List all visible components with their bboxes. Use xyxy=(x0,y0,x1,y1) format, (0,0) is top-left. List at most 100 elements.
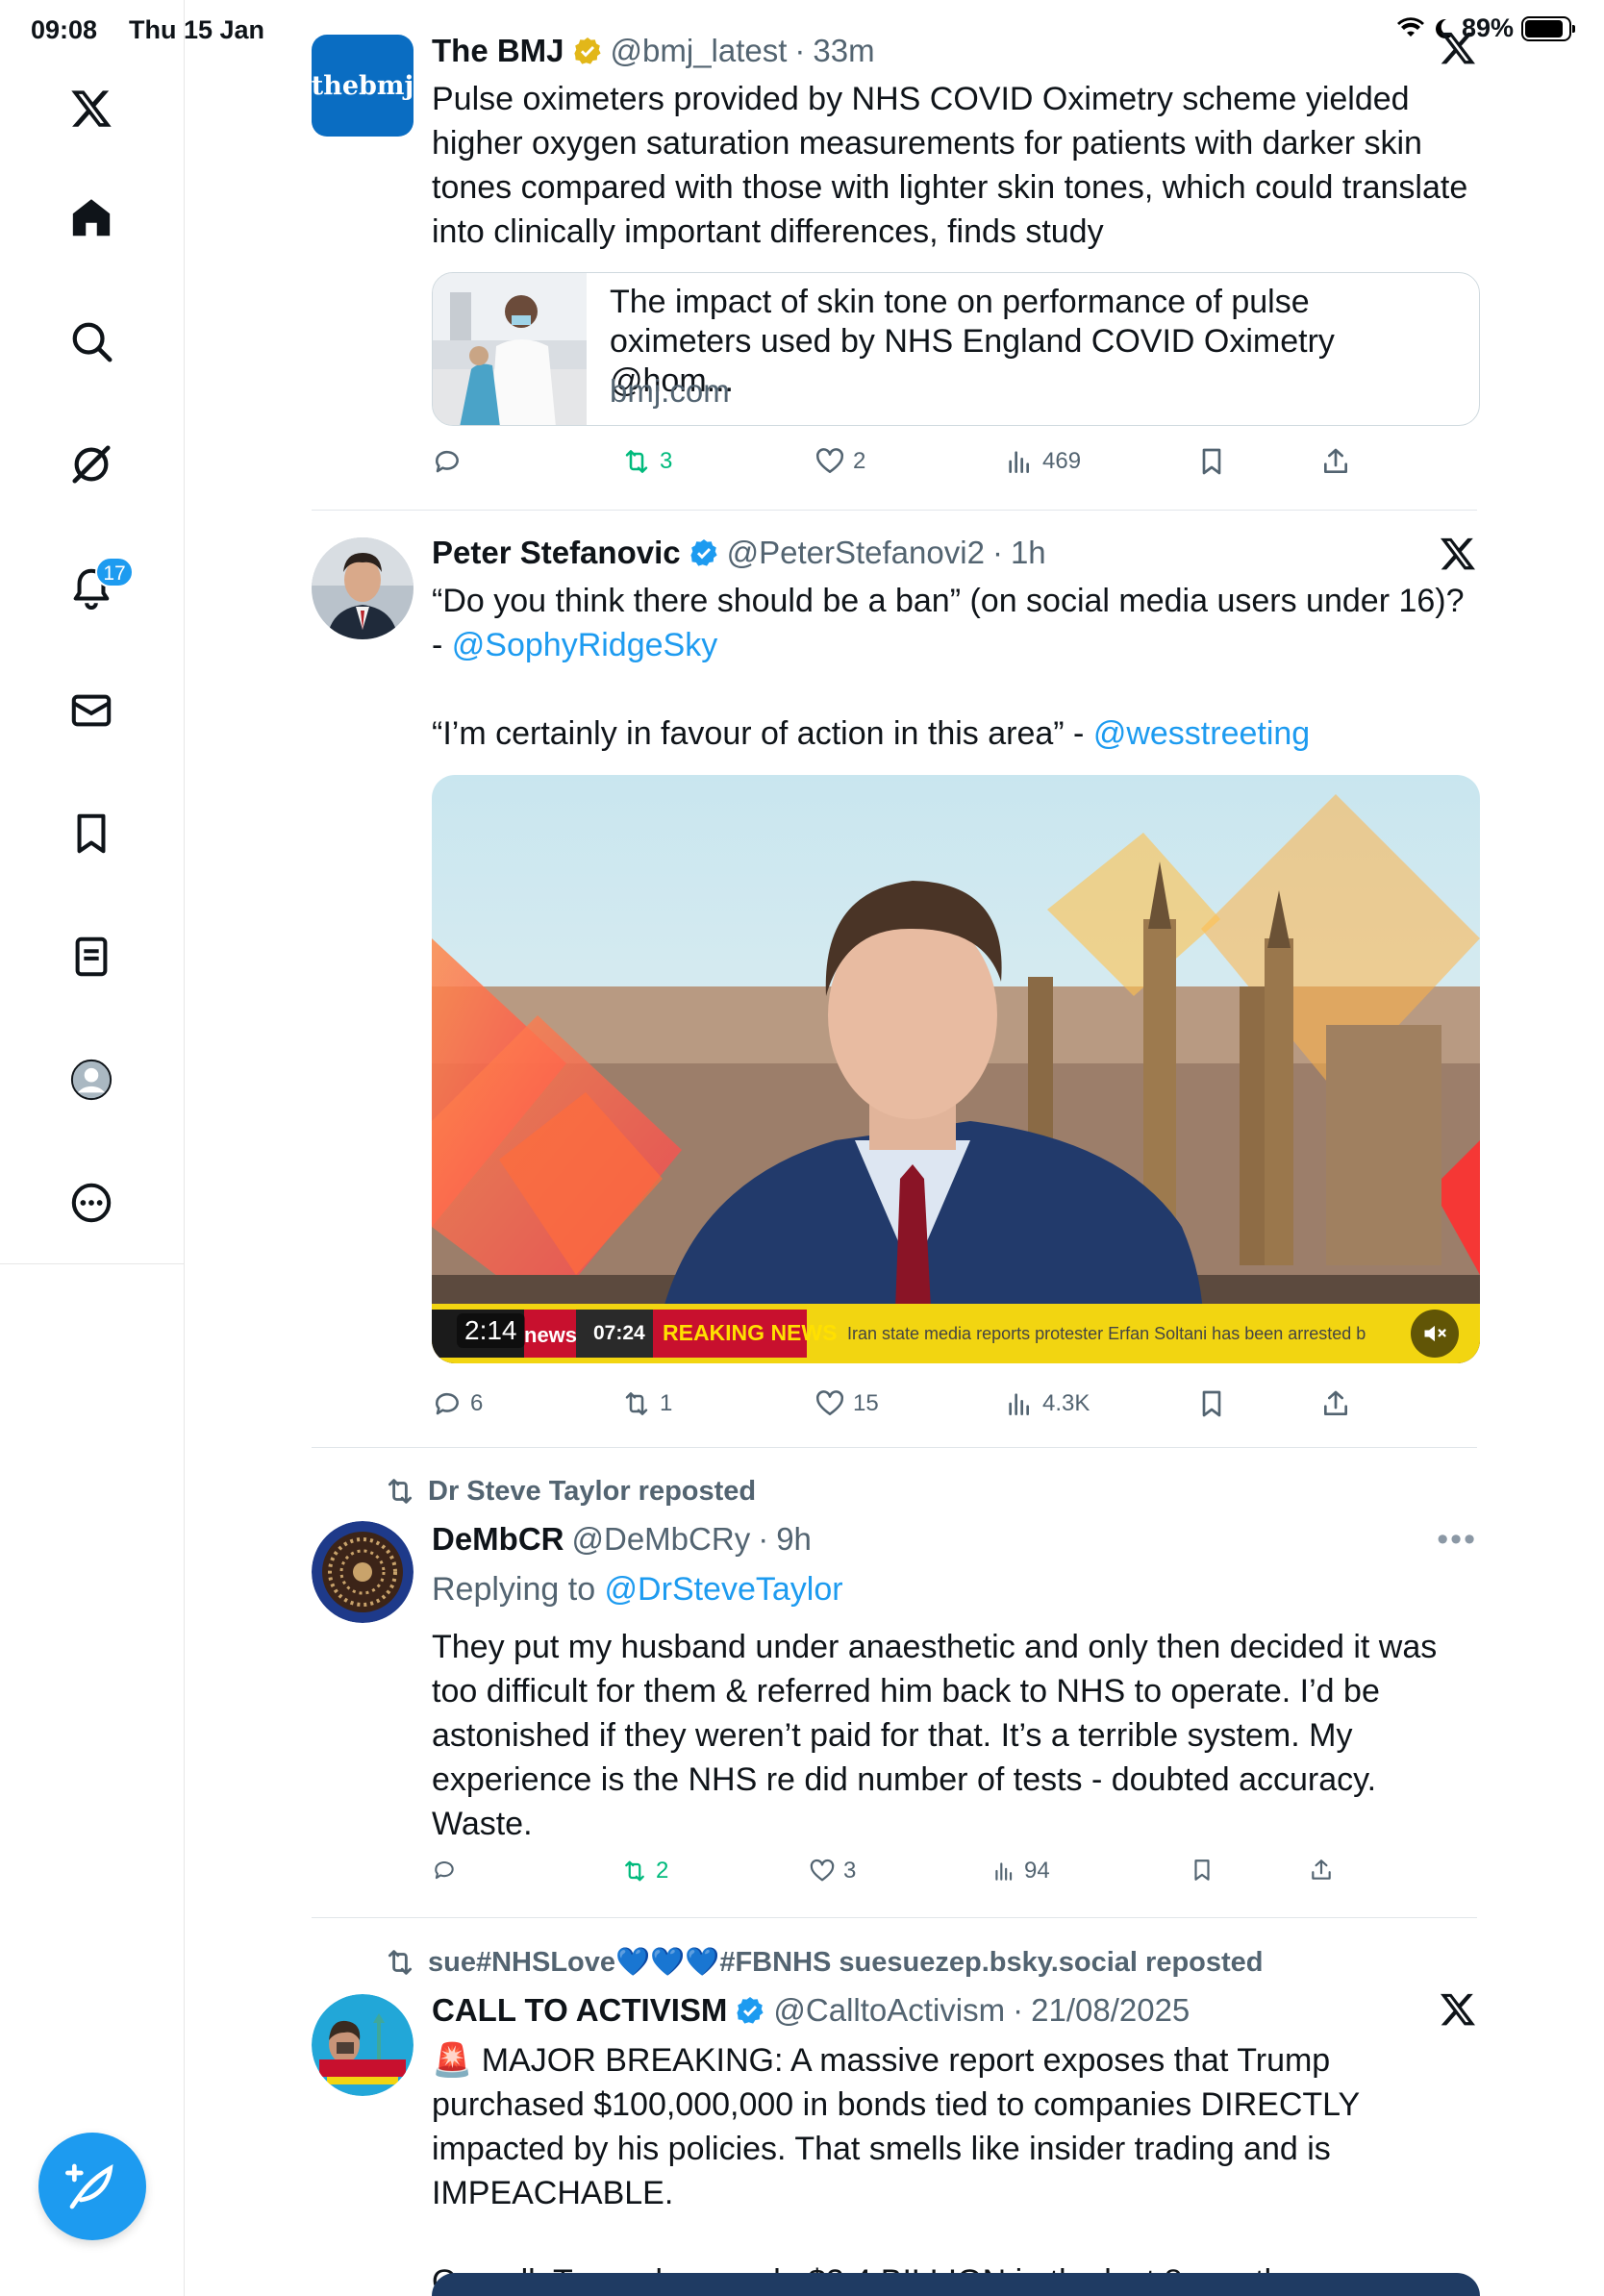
post-text-line: 🚨 MAJOR BREAKING: A massive report expos… xyxy=(432,2042,1360,2211)
bookmark-icon xyxy=(77,813,106,854)
like-count: 3 xyxy=(843,1858,857,1884)
repost-button[interactable]: 3 xyxy=(621,446,672,477)
separator-dot: · xyxy=(758,1521,769,1557)
video-player[interactable]: 2:14 news 07:24 REAKING NEWS Iran state … xyxy=(432,775,1480,1363)
avatar[interactable]: thebmj xyxy=(312,35,414,137)
repost-icon xyxy=(625,1860,644,1882)
post-dembcr[interactable]: Dr Steve Taylor reposted DeMbCR @DeMbCRy… xyxy=(312,1475,1477,1917)
repost-icon xyxy=(625,1392,648,1415)
views-count: 94 xyxy=(1024,1858,1050,1884)
sidebar-item-profile[interactable] xyxy=(63,1052,119,1108)
like-button[interactable]: 15 xyxy=(815,1388,879,1419)
compose-button[interactable] xyxy=(38,2133,146,2240)
mention-link[interactable]: @DrSteveTaylor xyxy=(605,1571,843,1608)
reply-button[interactable]: 6 xyxy=(432,1388,483,1419)
author-name[interactable]: DeMbCR xyxy=(432,1521,564,1558)
repost-context[interactable]: Dr Steve Taylor reposted xyxy=(384,1475,756,1508)
like-count: 15 xyxy=(853,1390,879,1416)
like-button[interactable]: 3 xyxy=(809,1858,856,1884)
author-handle[interactable]: @PeterStefanovi2 xyxy=(727,535,985,571)
sidebar-divider xyxy=(0,1263,185,1264)
separator-dot: · xyxy=(1013,1992,1024,2028)
share-button[interactable] xyxy=(1320,446,1351,477)
views-chart-icon xyxy=(1009,1393,1029,1415)
replying-to-line: Replying to @DrSteveTaylor xyxy=(432,1567,1480,1611)
more-icon xyxy=(71,1183,112,1223)
reply-icon xyxy=(435,1861,454,1880)
repost-icon xyxy=(388,1950,413,1975)
reply-button[interactable] xyxy=(432,446,470,477)
repost-context[interactable]: sue#NHSLove💙💙💙#FBNHS suesuezep.bsky.soci… xyxy=(384,1946,1264,1979)
sidebar-item-bookmarks[interactable] xyxy=(63,806,119,861)
share-icon xyxy=(1324,1390,1347,1415)
bookmark-button[interactable] xyxy=(1190,1858,1215,1883)
repost-button[interactable]: 1 xyxy=(621,1388,672,1419)
link-card-domain: bmj.com xyxy=(610,373,730,409)
reply-button[interactable] xyxy=(432,1858,464,1883)
share-button[interactable] xyxy=(1320,1388,1351,1419)
post-calltoactivism[interactable]: sue#NHSLove💙💙💙#FBNHS suesuezep.bsky.soci… xyxy=(312,1946,1480,2296)
post-time[interactable]: 1h xyxy=(1011,535,1046,571)
bookmark-icon xyxy=(1194,1859,1210,1881)
post-header: DeMbCR @DeMbCRy · 9h xyxy=(432,1521,812,1558)
views-chart-icon xyxy=(995,1862,1013,1881)
separator-dot: · xyxy=(794,33,806,68)
reply-icon xyxy=(436,450,459,473)
bookmark-button[interactable] xyxy=(1196,446,1227,477)
author-name[interactable]: CALL TO ACTIVISM xyxy=(432,1992,727,2029)
views-button[interactable]: 4.3K xyxy=(1004,1388,1090,1419)
link-card-title: The impact of skin tone on performance o… xyxy=(610,284,1335,399)
avatar[interactable] xyxy=(312,1994,414,2096)
bookmark-icon xyxy=(1202,448,1221,475)
author-name[interactable]: The BMJ xyxy=(432,33,564,69)
repost-count: 2 xyxy=(656,1858,669,1884)
avatar[interactable] xyxy=(312,537,414,639)
post-actions: 2 3 94 xyxy=(432,1858,1480,1896)
post-time[interactable]: 9h xyxy=(776,1521,812,1558)
repost-icon xyxy=(625,450,648,473)
sidebar-item-more[interactable] xyxy=(63,1175,119,1231)
post-text-line: “Do you think there should be a ban” (on… xyxy=(432,583,1465,619)
post-text: They put my husband under anaesthetic an… xyxy=(432,1629,1438,1842)
battery-icon xyxy=(1521,15,1575,41)
avatar[interactable] xyxy=(312,1521,414,1623)
views-button[interactable]: 469 xyxy=(1004,446,1081,477)
views-button[interactable]: 94 xyxy=(991,1858,1050,1884)
x-logo-icon xyxy=(1441,537,1475,570)
verified-blue-icon xyxy=(690,539,717,566)
repost-icon xyxy=(388,1479,413,1504)
sidebar-item-messages[interactable] xyxy=(63,683,119,738)
author-name[interactable]: Peter Stefanovic xyxy=(432,535,681,571)
x-logo-icon[interactable] xyxy=(63,81,119,137)
author-handle[interactable]: @bmj_latest xyxy=(611,33,788,69)
mention-link[interactable]: @wesstreeting xyxy=(1093,715,1310,752)
repost-button[interactable]: 2 xyxy=(621,1858,668,1884)
text-prefix: - xyxy=(432,627,452,663)
post-media-preview[interactable] xyxy=(432,2273,1480,2296)
speaker-muted-icon xyxy=(1424,1325,1446,1342)
sidebar-item-lists[interactable] xyxy=(63,929,119,985)
link-card[interactable]: The impact of skin tone on performance o… xyxy=(432,272,1480,426)
reposted-by-label: Dr Steve Taylor reposted xyxy=(428,1475,757,1507)
mute-button[interactable] xyxy=(1411,1310,1459,1358)
author-handle[interactable]: @DeMbCRy xyxy=(572,1521,751,1558)
share-button[interactable] xyxy=(1309,1858,1334,1883)
post-text: Pulse oximeters provided by NHS COVID Ox… xyxy=(432,81,1468,250)
mention-link[interactable]: @SophyRidgeSky xyxy=(452,627,717,663)
x-logo-icon xyxy=(1441,32,1475,64)
author-handle[interactable]: @CalltoActivism xyxy=(773,1992,1005,2029)
sidebar-item-grok[interactable] xyxy=(63,437,119,492)
post-bmj[interactable]: thebmj The BMJ @bmj_latest · 33m Pulse o… xyxy=(312,32,1480,494)
like-button[interactable]: 2 xyxy=(815,446,865,477)
bookmark-button[interactable] xyxy=(1196,1388,1227,1419)
post-time[interactable]: 33m xyxy=(813,33,874,69)
separator-dot: · xyxy=(991,535,1003,570)
post-time[interactable]: 21/08/2025 xyxy=(1031,1992,1190,2029)
more-options-icon[interactable]: ••• xyxy=(1437,1521,1477,1559)
post-stefanovic[interactable]: Peter Stefanovic @PeterStefanovi2 · 1h “… xyxy=(312,535,1480,1446)
sidebar-item-home[interactable] xyxy=(63,190,119,246)
post-text-line: - @SophyRidgeSky xyxy=(432,623,1480,667)
grok-icon xyxy=(72,445,111,484)
sidebar-item-explore[interactable] xyxy=(63,313,119,369)
reply-count: 6 xyxy=(470,1390,484,1416)
